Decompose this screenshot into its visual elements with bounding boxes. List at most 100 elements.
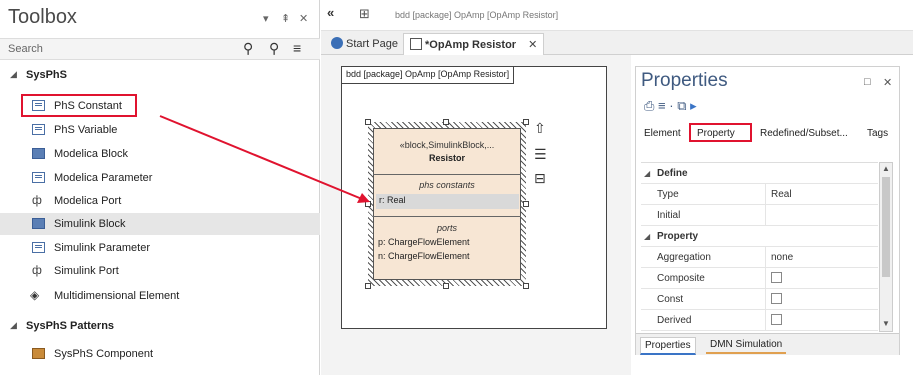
- diagram-header: « ⊞ bdd [package] OpAmp [OpAmp Resistor]: [321, 0, 913, 31]
- tab-dmn-simulation[interactable]: DMN Simulation: [706, 337, 787, 354]
- item-label: PhS Variable: [54, 124, 118, 136]
- toolbox-section-sysphs[interactable]: ◢ SysPhS: [0, 66, 320, 86]
- toolbox-search-bar[interactable]: Search ⚲ ⚲ ≡: [0, 38, 320, 60]
- tab-properties[interactable]: Properties: [640, 337, 696, 355]
- resize-handle[interactable]: [365, 119, 371, 125]
- tab-element[interactable]: Element: [644, 128, 681, 139]
- item-label: Multidimensional Element: [54, 290, 180, 302]
- group-define[interactable]: ◢ Define: [641, 163, 878, 184]
- block-icon: [32, 148, 45, 159]
- resize-handle[interactable]: [523, 119, 529, 125]
- parameter-icon: [32, 172, 45, 183]
- toolbox-item-simulink-port[interactable]: ф Simulink Port: [0, 260, 320, 282]
- link-icon[interactable]: ⊟: [534, 170, 546, 187]
- resize-handle[interactable]: [523, 283, 529, 289]
- tab-tags[interactable]: Tags: [867, 128, 888, 139]
- property-value[interactable]: Real: [771, 189, 792, 200]
- back-button[interactable]: «: [327, 5, 334, 20]
- dropdown-icon[interactable]: ▾: [263, 12, 269, 25]
- search-input[interactable]: Search: [8, 43, 43, 55]
- variable-icon: [32, 124, 45, 135]
- resize-handle[interactable]: [443, 119, 449, 125]
- ports-compartment-header: ports: [436, 223, 457, 233]
- property-row-derived[interactable]: Derived: [641, 310, 878, 331]
- port-n-row[interactable]: n: ChargeFlowElement: [378, 251, 470, 261]
- tab-opamp-resistor[interactable]: *OpAmp Resistor ✕: [403, 33, 545, 55]
- property-row-type[interactable]: Type Real: [641, 184, 878, 205]
- tab-label: Start Page: [346, 38, 398, 50]
- port-p-row[interactable]: p: ChargeFlowElement: [378, 237, 470, 247]
- close-icon[interactable]: ✕: [299, 12, 308, 25]
- const-checkbox[interactable]: [771, 293, 782, 304]
- port-icon: ф: [32, 193, 42, 207]
- tab-redefined-subset[interactable]: Redefined/Subset...: [760, 128, 848, 139]
- item-label: Modelica Block: [54, 148, 128, 160]
- maximize-icon[interactable]: □: [864, 76, 871, 88]
- derived-checkbox[interactable]: [771, 314, 782, 325]
- property-row-composite[interactable]: Composite: [641, 268, 878, 289]
- toolbox-item-modelica-parameter[interactable]: Modelica Parameter: [0, 167, 320, 189]
- properties-title: Properties: [641, 70, 728, 91]
- tab-label: *OpAmp Resistor: [425, 39, 517, 51]
- close-tab-icon[interactable]: ✕: [528, 39, 537, 51]
- save-icon[interactable]: ⎙: [644, 98, 654, 113]
- composite-checkbox[interactable]: [771, 272, 782, 283]
- resize-handle[interactable]: [365, 201, 371, 207]
- toolbox-header: Toolbox ▾ ⇞ ✕: [0, 0, 320, 38]
- port-icon: ф: [32, 263, 42, 277]
- collapse-arrow-icon[interactable]: ◢: [644, 232, 650, 241]
- properties-bottom-tabs: Properties DMN Simulation: [636, 333, 899, 355]
- collapse-arrow-icon[interactable]: ◢: [644, 169, 650, 178]
- toolbox-item-simulink-block[interactable]: Simulink Block: [0, 213, 320, 235]
- property-row-const[interactable]: Const: [641, 289, 878, 310]
- item-label: SysPhS Component: [54, 348, 154, 360]
- toolbox-item-modelica-block[interactable]: Modelica Block: [0, 143, 320, 165]
- toolbox-section-sysphs-patterns[interactable]: ◢ SysPhS Patterns: [0, 317, 320, 337]
- compartments-icon[interactable]: ☰: [534, 146, 547, 163]
- block-stereotype: «block,SimulinkBlock,...: [399, 140, 495, 150]
- collapse-arrow-icon[interactable]: ◢: [10, 69, 17, 80]
- toolbox-item-multidimensional-element[interactable]: ◈ Multidimensional Element: [0, 285, 320, 307]
- scroll-up-icon[interactable]: ▲: [882, 164, 890, 173]
- image-icon[interactable]: ⧉: [677, 98, 686, 113]
- tab-start-page[interactable]: Start Page: [325, 33, 404, 55]
- scroll-thumb[interactable]: [882, 177, 890, 277]
- start-page-icon: [331, 37, 343, 49]
- resize-handle[interactable]: [365, 283, 371, 289]
- property-name: Composite: [657, 273, 705, 284]
- move-up-icon[interactable]: ⇧: [534, 120, 546, 137]
- column-divider: [765, 184, 766, 205]
- item-label: Modelica Port: [54, 195, 122, 207]
- property-value[interactable]: none: [771, 252, 793, 263]
- diagram-path: bdd [package] OpAmp [OpAmp Resistor]: [395, 10, 559, 20]
- close-icon[interactable]: ✕: [883, 76, 892, 89]
- pin-icon[interactable]: ⇞: [281, 12, 290, 25]
- scroll-down-icon[interactable]: ▼: [882, 319, 890, 328]
- item-label: Modelica Parameter: [54, 172, 153, 184]
- toolbox-item-modelica-port[interactable]: ф Modelica Port: [0, 190, 320, 212]
- toolbox-item-phs-variable[interactable]: PhS Variable: [0, 119, 320, 141]
- property-row-initial[interactable]: Initial: [641, 205, 878, 226]
- collapse-arrow-icon[interactable]: ◢: [10, 320, 17, 331]
- property-row-aggregation[interactable]: Aggregation none: [641, 247, 878, 268]
- highlight-box-phs-constant: [21, 94, 137, 117]
- constant-r-row[interactable]: r: Real: [376, 194, 519, 209]
- block-icon: [32, 218, 45, 229]
- menu-icon[interactable]: ≡: [293, 40, 301, 56]
- resize-handle[interactable]: [443, 283, 449, 289]
- find-icon[interactable]: ⚲: [269, 40, 279, 57]
- multidimensional-icon: ◈: [30, 288, 40, 302]
- toolbox-item-simulink-parameter[interactable]: Simulink Parameter: [0, 237, 320, 259]
- menu-icon[interactable]: ≡: [658, 98, 666, 113]
- property-grid-scrollbar[interactable]: ▲ ▼: [879, 162, 893, 332]
- column-divider: [765, 205, 766, 226]
- toolbox-panel: Toolbox ▾ ⇞ ✕ Search ⚲ ⚲ ≡ ◢ SysPhS PhS …: [0, 0, 320, 375]
- toolbox-title: Toolbox: [8, 6, 77, 28]
- search-icon[interactable]: ⚲: [243, 40, 253, 57]
- dropdown-icon[interactable]: ·: [669, 98, 673, 113]
- section-label: SysPhS: [26, 69, 67, 81]
- play-icon[interactable]: ▸: [690, 98, 697, 113]
- group-property[interactable]: ◢ Property: [641, 226, 878, 247]
- toolbox-item-sysphs-component[interactable]: SysPhS Component: [0, 343, 320, 365]
- resize-handle[interactable]: [523, 201, 529, 207]
